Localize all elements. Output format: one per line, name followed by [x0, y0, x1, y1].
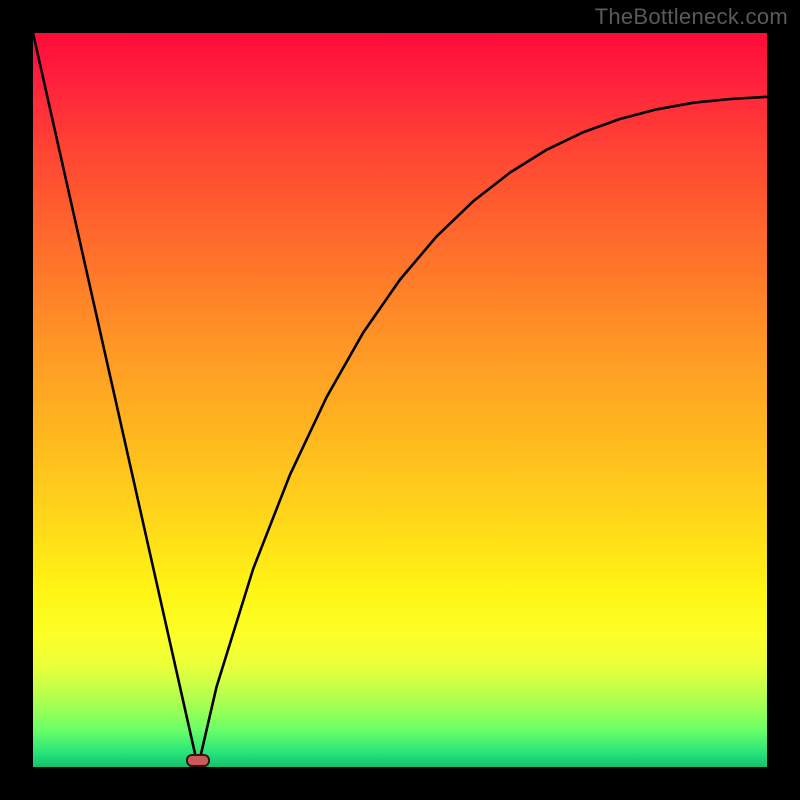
chart-frame: TheBottleneck.com	[0, 0, 800, 800]
curve-left-branch	[33, 33, 198, 767]
watermark-text: TheBottleneck.com	[595, 4, 788, 30]
plot-area	[33, 33, 767, 767]
optimal-point-marker	[186, 754, 210, 767]
curve-right-branch	[198, 97, 767, 767]
bottleneck-curve	[33, 33, 767, 767]
